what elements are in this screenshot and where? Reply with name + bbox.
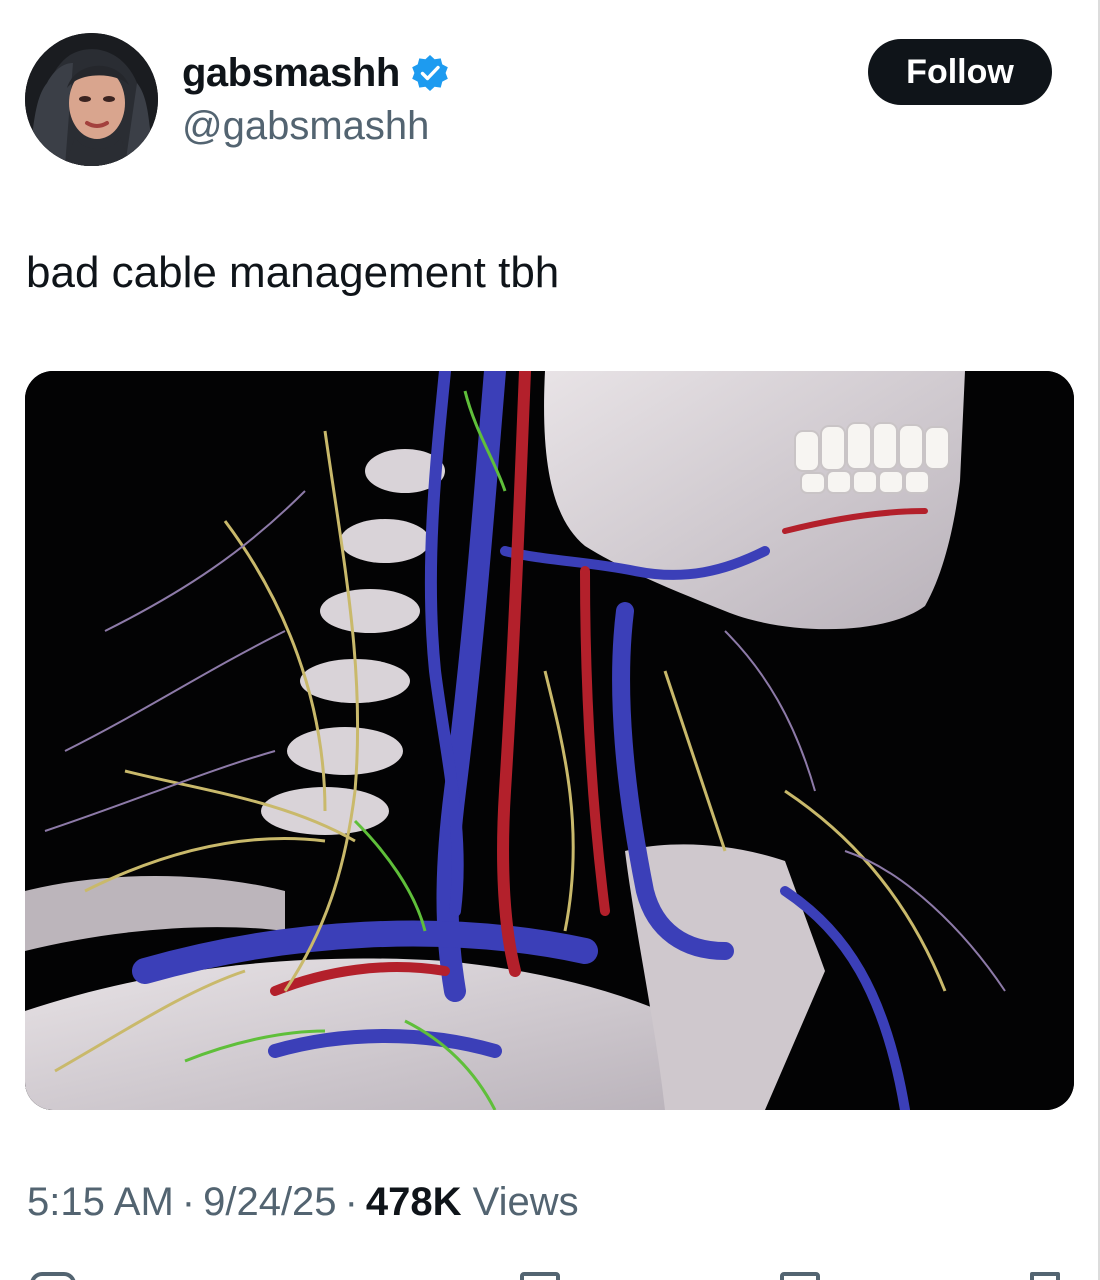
- tweet: gabsmashh @gabsmashh Follow bad cable ma…: [0, 0, 1100, 1280]
- repost-icon[interactable]: [520, 1272, 560, 1280]
- avatar[interactable]: [25, 33, 158, 166]
- action-bar: [0, 1262, 1100, 1280]
- tweet-text: bad cable management tbh: [26, 248, 560, 297]
- user-handle[interactable]: @gabsmashh: [182, 104, 429, 149]
- meta-separator: ·: [344, 1180, 358, 1224]
- views-label: Views: [472, 1180, 579, 1224]
- tweet-media[interactable]: [25, 371, 1074, 1110]
- share-icon[interactable]: [1030, 1272, 1060, 1280]
- meta-separator: ·: [181, 1180, 196, 1224]
- verified-badge-icon: [410, 53, 450, 93]
- display-name[interactable]: gabsmashh: [182, 51, 400, 96]
- anatomy-image: [25, 371, 1074, 1110]
- tweet-meta: 5:15 AM · 9/24/25 · 478K Views: [27, 1180, 579, 1225]
- author-name-row[interactable]: gabsmashh: [182, 48, 450, 98]
- tweet-date[interactable]: 9/24/25: [203, 1180, 336, 1224]
- views-count[interactable]: 478K: [366, 1180, 462, 1224]
- tweet-time[interactable]: 5:15 AM: [27, 1180, 174, 1224]
- bookmark-icon[interactable]: [780, 1272, 820, 1280]
- follow-button[interactable]: Follow: [868, 39, 1052, 105]
- avatar-image: [25, 33, 158, 166]
- reply-icon[interactable]: [30, 1272, 76, 1280]
